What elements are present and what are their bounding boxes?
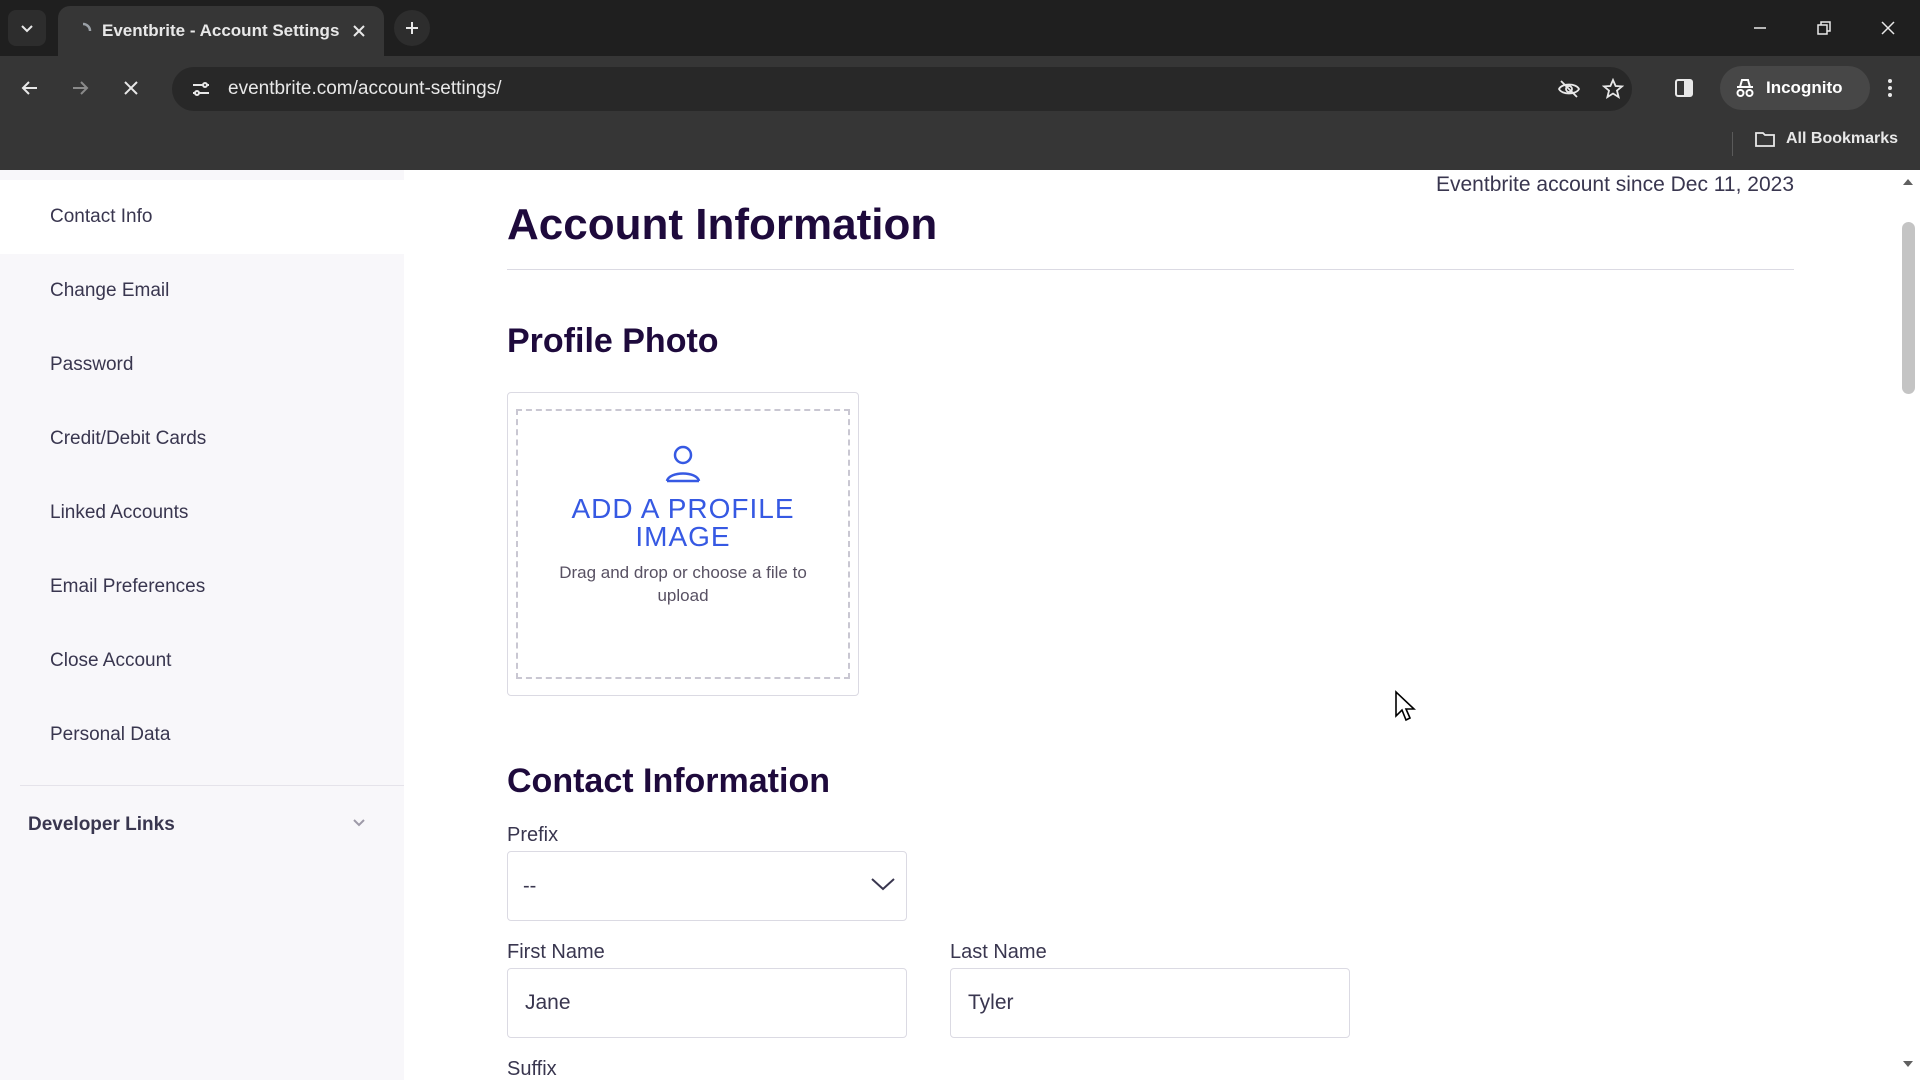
restore-button[interactable] [1804,8,1844,48]
account-since-text: Eventbrite account since Dec 11, 2023 [1436,173,1794,196]
incognito-label: Incognito [1766,78,1843,97]
tab-close-button[interactable] [348,20,370,42]
sidebar-item-linked-accounts[interactable]: Linked Accounts [0,476,404,550]
scroll-down-arrow-icon[interactable] [1902,1060,1914,1068]
sidebar-item-label: Linked Accounts [50,502,189,523]
browser-menu-button[interactable] [1872,70,1908,106]
window-close-button[interactable] [1868,8,1908,48]
sidebar-divider [20,785,404,786]
settings-sidebar: Contact Info Change Email Password Credi… [0,170,404,1080]
browser-tabstrip: Eventbrite - Account Settings [0,0,1920,56]
sidebar-item-label: Password [50,354,134,375]
arrow-right-icon [73,81,89,95]
contact-information-heading: Contact Information [507,762,830,800]
all-bookmarks-button[interactable]: All Bookmarks [1754,130,1898,148]
browser-toolbar: eventbrite.com/account-settings/ Incogni… [0,56,1920,176]
more-vertical-icon [1888,79,1892,97]
incognito-icon [1736,79,1754,97]
site-info-button[interactable] [184,72,218,106]
tune-icon [193,82,209,96]
first-name-input[interactable] [507,968,907,1038]
close-icon [1881,21,1895,35]
developer-links-label: Developer Links [28,814,175,835]
prefix-select[interactable]: -- [507,851,907,921]
plus-icon [406,22,418,34]
incognito-badge[interactable]: Incognito [1720,66,1870,110]
tab-title: Eventbrite - Account Settings [102,21,340,40]
sidebar-item-close-account[interactable]: Close Account [0,624,404,698]
mouse-cursor-icon [1395,690,1416,722]
chevron-down-icon [353,819,365,827]
scrollbar-thumb[interactable] [1902,222,1915,394]
tab-search-button[interactable] [8,10,46,46]
page-title: Account Information [507,200,938,249]
new-tab-button[interactable] [394,10,430,46]
add-profile-image-link[interactable]: ADD A PROFILE IMAGE [553,495,813,551]
close-icon [124,81,138,95]
person-icon [665,445,701,483]
all-bookmarks-label: All Bookmarks [1786,130,1899,147]
bookmarks-divider [1732,132,1733,156]
bookmark-star-button[interactable] [1596,72,1630,106]
prefix-selected-value: -- [523,874,537,897]
page-scrollbar[interactable] [1896,170,1920,1080]
page-viewport: Contact Info Change Email Password Credi… [0,170,1920,1080]
sidebar-item-change-email[interactable]: Change Email [0,254,404,328]
forward-button[interactable] [62,70,98,106]
side-panel-icon [1675,79,1693,97]
chevron-down-icon [21,25,33,33]
profile-photo-dropzone[interactable]: ADD A PROFILE IMAGE Drag and drop or cho… [516,409,850,679]
developer-links-toggle[interactable]: Developer Links [0,788,404,862]
sidebar-item-password[interactable]: Password [0,328,404,402]
stop-loading-button[interactable] [113,70,149,106]
chevron-down-icon [871,878,895,891]
sidebar-item-credit-debit-cards[interactable]: Credit/Debit Cards [0,402,404,476]
profile-photo-card: ADD A PROFILE IMAGE Drag and drop or cho… [507,392,859,696]
tracking-protection-button[interactable] [1552,72,1586,106]
last-name-label: Last Name [950,941,1047,963]
sidebar-item-label: Credit/Debit Cards [50,428,207,449]
last-name-input[interactable] [950,968,1350,1038]
folder-icon [1755,132,1775,147]
minimize-button[interactable] [1740,8,1780,48]
scroll-up-arrow-icon[interactable] [1902,178,1914,186]
sidebar-item-email-preferences[interactable]: Email Preferences [0,550,404,624]
close-icon [353,25,365,37]
address-bar[interactable]: eventbrite.com/account-settings/ [172,67,1632,111]
eye-off-icon [1557,80,1581,98]
minimize-icon [1754,27,1766,29]
sidebar-item-label: Close Account [50,650,172,671]
title-divider [507,269,1794,270]
sidebar-item-personal-data[interactable]: Personal Data [0,698,404,772]
star-icon [1602,78,1624,99]
arrow-left-icon [21,81,37,95]
prefix-label: Prefix [507,824,559,846]
sidebar-item-label: Change Email [50,280,170,301]
first-name-label: First Name [507,941,605,963]
suffix-label: Suffix [507,1058,557,1080]
sidebar-item-label: Personal Data [50,724,171,745]
sidebar-item-contact-info[interactable]: Contact Info [0,180,404,254]
back-button[interactable] [12,70,48,106]
loading-favicon-icon [74,22,92,40]
sidebar-item-label: Email Preferences [50,576,206,597]
restore-icon [1817,21,1831,35]
profile-photo-heading: Profile Photo [507,322,719,360]
dropzone-hint: Drag and drop or choose a file to upload [559,563,807,605]
sidebar-item-label: Contact Info [50,206,153,227]
address-bar-url: eventbrite.com/account-settings/ [228,78,502,99]
side-panel-button[interactable] [1666,70,1702,106]
tab-eventbrite[interactable]: Eventbrite - Account Settings [58,6,384,56]
